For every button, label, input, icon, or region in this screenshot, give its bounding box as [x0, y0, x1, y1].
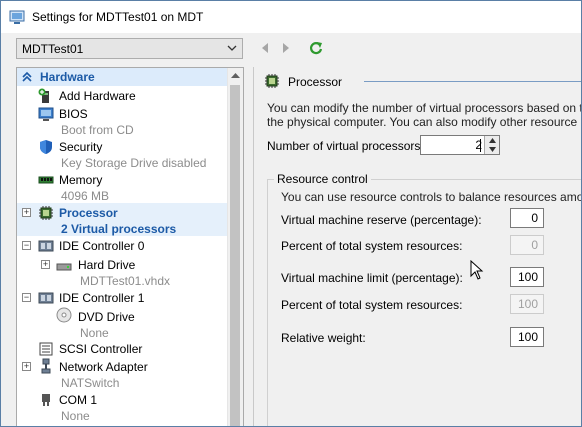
tree-item-label: Security [59, 140, 103, 154]
tree-item-sublabel: MDTTest01.vhdx [80, 274, 171, 288]
tree-item-memory[interactable]: Memory 4096 MB [17, 170, 229, 203]
virtual-processors-stepper[interactable]: 2 [420, 135, 500, 155]
collapse-section-icon [22, 71, 32, 82]
panel-title: Processor [288, 75, 343, 89]
dvd-drive-icon [56, 307, 72, 323]
tree-item-processor[interactable]: + Processor 2 Virtual processors [17, 203, 229, 236]
com-port-icon [42, 394, 50, 406]
header-divider [364, 81, 581, 82]
tree-item-com-1[interactable]: COM 1 None [17, 390, 229, 423]
hardware-section-label: Hardware [40, 70, 95, 84]
triangle-down-icon [489, 147, 496, 152]
tree-item-label: Network Adapter [59, 360, 148, 374]
processor-icon [265, 74, 279, 88]
virtual-processors-label: Number of virtual processors: [267, 139, 424, 153]
memory-icon [38, 176, 54, 184]
reserve-percent-label: Percent of total system resources: [281, 239, 463, 253]
collapse-icon[interactable]: − [22, 241, 31, 250]
tree-item-label: IDE Controller 0 [59, 239, 145, 253]
tree-item-label: Memory [59, 173, 103, 187]
scroll-up-icon[interactable] [231, 72, 240, 78]
tree-scrollbar[interactable] [227, 68, 243, 426]
tree-item-security[interactable]: Security Key Storage Drive disabled [17, 137, 229, 170]
window-title: Settings for MDTTest01 on MDT [32, 10, 204, 24]
limit-percent-field: 100 [510, 294, 544, 314]
tree-item-ide-controller-0[interactable]: − IDE Controller 0 [17, 237, 229, 254]
vm-selector-dropdown[interactable]: MDTTest01 [16, 38, 243, 59]
stepper-up-button[interactable] [485, 136, 499, 145]
add-hardware-icon [38, 88, 49, 103]
collapse-icon[interactable]: − [22, 293, 31, 302]
forward-arrow-icon[interactable] [280, 42, 292, 54]
text-caret [480, 139, 481, 152]
tree-item-ide-controller-1[interactable]: − IDE Controller 1 [17, 289, 229, 306]
ide-controller-icon [38, 240, 54, 252]
hardware-tree: Hardware Add Hardware BIOS Boot from CD [16, 67, 244, 426]
refresh-icon[interactable] [309, 41, 323, 55]
description-line-2: the physical computer. You can also modi… [267, 115, 582, 129]
tree-item-sublabel: None [80, 326, 109, 340]
tree-item-sublabel: NATSwitch [61, 376, 120, 390]
expand-icon[interactable]: + [22, 208, 31, 217]
tree-item-sublabel: 4096 MB [61, 189, 110, 203]
relative-weight-label: Relative weight: [281, 331, 366, 345]
settings-app-icon [9, 10, 25, 24]
chevron-down-icon [227, 45, 237, 51]
tree-item-label: Hard Drive [78, 258, 136, 272]
resource-control-title: Resource control [274, 172, 371, 186]
tree-item-hard-drive[interactable]: + Hard Drive MDTTest01.vhdx [17, 255, 229, 288]
vm-selector-value: MDTTest01 [22, 42, 84, 56]
tree-item-sublabel: Key Storage Drive disabled [61, 156, 207, 170]
tree-item-scsi-controller[interactable]: SCSI Controller [17, 340, 229, 357]
tree-item-network-adapter[interactable]: + Network Adapter NATSwitch [17, 357, 229, 390]
limit-label: Virtual machine limit (percentage): [281, 271, 463, 285]
hardware-section-header[interactable]: Hardware [17, 68, 229, 86]
tree-item-label: IDE Controller 1 [59, 291, 145, 305]
text-cursor-icon [470, 260, 484, 280]
tree-item-add-hardware[interactable]: Add Hardware [17, 87, 229, 104]
limit-percent-label: Percent of total system resources: [281, 298, 463, 312]
reserve-input[interactable]: 0 [510, 208, 544, 228]
scrollbar-thumb[interactable] [230, 85, 240, 426]
stepper-down-button[interactable] [485, 145, 499, 154]
tree-item-label: COM 1 [59, 393, 98, 407]
reserve-label: Virtual machine reserve (percentage): [281, 213, 482, 227]
tree-item-sublabel: 2 Virtual processors [61, 222, 177, 236]
tree-item-label: SCSI Controller [59, 342, 143, 356]
settings-window: Settings for MDTTest01 on MDT MDTTest01 … [0, 0, 582, 427]
triangle-up-icon [489, 138, 496, 143]
scsi-controller-icon [39, 342, 53, 356]
processor-settings-panel: Processor You can modify the number of v… [253, 67, 582, 426]
relative-weight-input[interactable]: 100 [510, 327, 544, 347]
processor-icon [39, 206, 53, 220]
bios-icon [38, 107, 54, 121]
tree-item-sublabel: Boot from CD [61, 123, 134, 137]
tree-item-label: Add Hardware [59, 89, 136, 103]
tree-item-dvd-drive[interactable]: DVD Drive None [17, 307, 229, 340]
expand-icon[interactable]: + [41, 260, 50, 269]
security-shield-icon [40, 140, 52, 154]
tree-item-sublabel: None [61, 409, 90, 423]
network-adapter-icon [41, 358, 51, 374]
tree-item-label: BIOS [59, 107, 88, 121]
resource-control-description: You can use resource controls to balance… [281, 190, 581, 204]
expand-icon[interactable]: + [22, 362, 31, 371]
tree-item-label: DVD Drive [78, 310, 135, 324]
stepper-buttons [484, 136, 499, 154]
limit-input[interactable]: 100 [510, 267, 544, 287]
title-bar: Settings for MDTTest01 on MDT [1, 1, 581, 33]
reserve-percent-field: 0 [510, 235, 544, 255]
description-line-1: You can modify the number of virtual pro… [267, 101, 582, 115]
back-arrow-icon[interactable] [259, 42, 271, 54]
hard-drive-icon [56, 263, 72, 271]
tree-item-label: Processor [59, 206, 118, 220]
tree-item-bios[interactable]: BIOS Boot from CD [17, 104, 229, 137]
ide-controller-icon [38, 292, 54, 304]
